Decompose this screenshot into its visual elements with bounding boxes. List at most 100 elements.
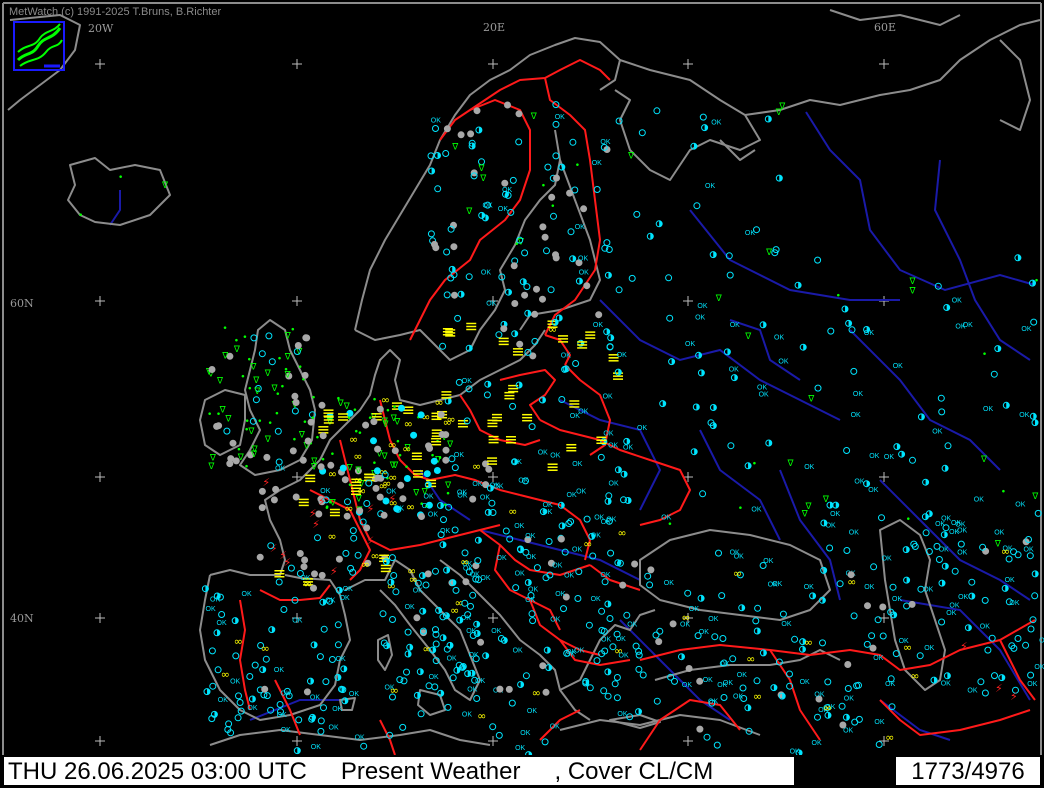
station-circle [604, 692, 612, 700]
station-ok-label: OK [774, 335, 784, 342]
fog-symbol [466, 322, 477, 331]
station-circle [501, 179, 509, 187]
station-circle [422, 581, 430, 589]
rain-symbol: ∇ [530, 112, 538, 122]
fog-symbol [411, 452, 422, 460]
station-ok-label: OK [637, 425, 647, 432]
station-circle [510, 262, 518, 270]
station-ok-label: OK [974, 497, 984, 504]
station-ok-label: OK [619, 653, 629, 660]
station-circle [827, 327, 835, 335]
station-circle [452, 586, 460, 594]
station-circle [236, 699, 244, 706]
rain-symbol: • [78, 211, 83, 221]
haze-symbol: ∞ [847, 576, 856, 589]
haze-symbol: ∞ [746, 652, 755, 665]
station-circle [315, 510, 323, 518]
rain-symbol: • [290, 325, 295, 335]
rain-symbol: • [330, 450, 335, 460]
station-ok-label: OK [281, 727, 291, 734]
rain-symbol: ∇ [329, 499, 337, 509]
thunderstorm-symbol: ⚡ [312, 518, 320, 531]
fog-symbol [512, 348, 523, 356]
station-circle [396, 676, 404, 684]
station-circle [601, 578, 609, 586]
station-ok-label: OK [579, 270, 589, 277]
station-circle [227, 455, 235, 463]
haze-symbol: ∞ [532, 687, 541, 700]
station-circle [434, 185, 442, 193]
station-ok-label: OK [394, 506, 404, 513]
station-circle [425, 442, 432, 450]
station-circle [711, 633, 719, 641]
haze-symbol: ∞ [261, 642, 270, 655]
thunderstorm-symbol: ⚡ [367, 535, 375, 548]
station-circle [638, 129, 646, 137]
station-circle [868, 632, 876, 640]
station-circle [376, 405, 384, 413]
station-circle [209, 682, 217, 690]
rain-symbol: ∇ [715, 294, 723, 304]
station-circle [208, 366, 216, 373]
station-circle [512, 584, 520, 592]
rain-symbol: • [336, 395, 341, 405]
station-circle [754, 604, 762, 612]
station-ok-label: OK [515, 571, 525, 578]
station-circle [432, 125, 439, 132]
station-circle [342, 549, 350, 557]
status-info-box: THU 26.06.2025 03:00 UTC Present Weather,… [4, 757, 794, 785]
rain-symbol: ∇ [233, 345, 241, 355]
station-ok-label: OK [457, 489, 467, 496]
station-circle [968, 578, 976, 586]
station-ok-label: OK [994, 530, 1004, 537]
station-ok-label: OK [737, 672, 747, 679]
fog-symbol [498, 337, 509, 346]
station-circle [418, 513, 425, 520]
station-circle [442, 446, 450, 454]
rain-symbol: ∇ [627, 152, 635, 162]
station-ok-label: OK [300, 575, 310, 582]
station-circle [696, 677, 704, 685]
station-ok-label: OK [405, 604, 415, 611]
station-circle [467, 130, 475, 138]
station-ok-label: OK [491, 628, 501, 635]
station-circle [606, 615, 614, 622]
station-circle [275, 578, 283, 586]
haze-symbol: ∞ [361, 558, 370, 571]
station-ok-label: OK [497, 555, 507, 562]
haze-symbol: ∞ [404, 417, 413, 430]
station-circle [451, 526, 459, 534]
rain-symbol: • [437, 454, 442, 464]
rain-symbol: ∇ [478, 164, 486, 174]
station-circle [547, 286, 555, 294]
fog-symbol [547, 463, 558, 471]
station-circle [615, 286, 623, 294]
station-ok-label: OK [462, 712, 472, 719]
station-circle [443, 125, 451, 133]
station-ok-label: OK [685, 341, 695, 348]
fog-symbol [318, 426, 329, 434]
station-ok-label: OK [349, 691, 359, 698]
station-circle [319, 432, 327, 440]
station-ok-label: OK [486, 300, 496, 307]
station-ok-label: OK [664, 580, 674, 587]
station-circle [557, 535, 565, 543]
rain-symbol: ∇ [909, 287, 917, 297]
station-circle [317, 727, 325, 735]
rain-symbol: ∇ [393, 417, 401, 427]
station-ok-label: OK [734, 554, 744, 561]
station-circle [495, 731, 503, 739]
station-circle [450, 243, 458, 251]
thunderstorm-symbol: ⚡ [318, 495, 326, 508]
station-circle [863, 640, 871, 648]
fog-symbol [522, 413, 533, 422]
station-circle [729, 655, 737, 663]
station-circle [539, 223, 547, 231]
station-circle [1027, 671, 1035, 679]
haze-symbol: ∞ [450, 604, 459, 617]
haze-symbol: ∞ [353, 450, 362, 463]
station-ok-label: OK [946, 610, 956, 617]
station-circle [496, 685, 504, 693]
station-ok-label: OK [481, 269, 491, 276]
station-circle [739, 684, 747, 692]
